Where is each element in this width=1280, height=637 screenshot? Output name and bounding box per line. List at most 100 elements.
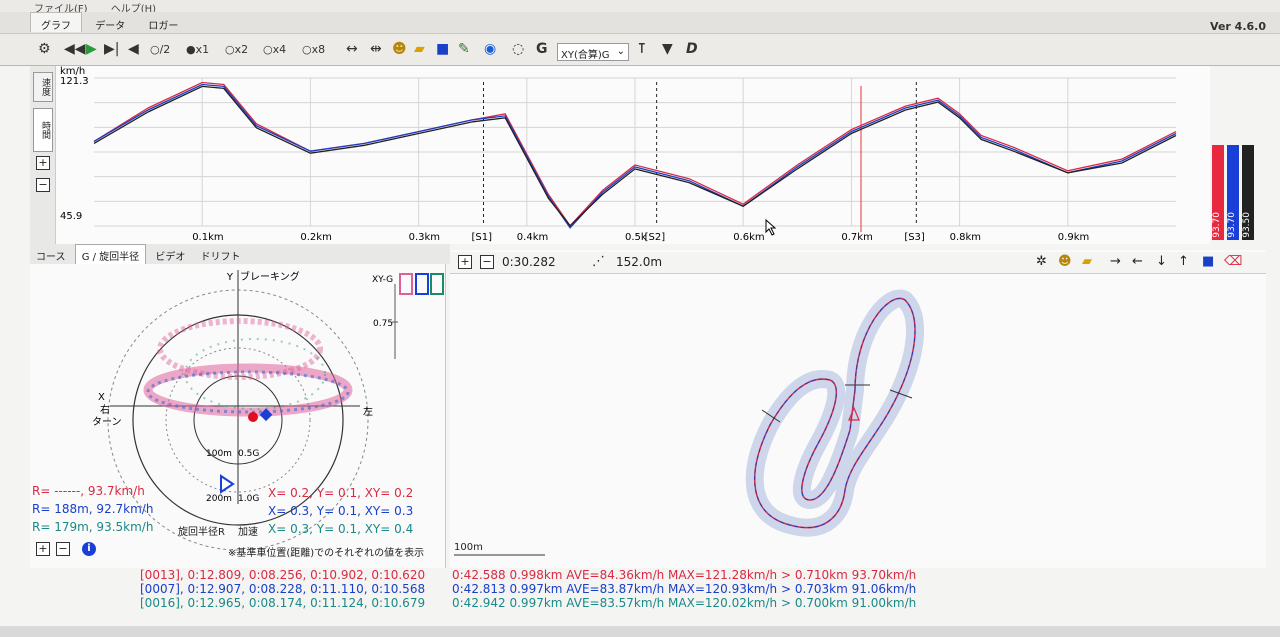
step-back-icon[interactable]: ◀ [128, 41, 139, 57]
cursor-icon[interactable]: ⊺ [638, 41, 646, 57]
map-folder-icon[interactable]: ▰ [1082, 254, 1092, 269]
mode-select[interactable]: XY(合算)G ⌄ [557, 43, 629, 61]
bar-black-label: 93.50 [1242, 212, 1252, 238]
status-bar [0, 626, 1280, 637]
gg-row-xy-2: X= 0.3, Y= 0.1, XY= 0.4 [268, 522, 414, 536]
gg-xyg-label: XY-G [372, 275, 393, 285]
summary-row-0: 0:42.588 0.998km AVE=84.36km/h MAX=121.2… [452, 568, 917, 582]
sparkle-icon[interactable]: ✲ [1036, 254, 1047, 269]
version-label: Ver 4.6.0 [1210, 20, 1266, 33]
gg-row-xy-0: X= 0.2, Y= 0.1, XY= 0.2 [268, 486, 414, 500]
x-tick-label: 0.6km [733, 232, 764, 243]
y-min-label: 45.9 [60, 211, 82, 222]
tab-graph[interactable]: グラフ [30, 12, 82, 32]
tab-video[interactable]: ビデオ [149, 245, 191, 265]
mouse-cursor-icon [765, 218, 777, 236]
gg-x-label: X [98, 392, 105, 403]
eraser-icon[interactable]: ⌫ [1224, 254, 1242, 269]
tab-time[interactable]: 時間 [33, 108, 53, 152]
zoom-in-icon[interactable]: + [36, 156, 50, 170]
tab-data[interactable]: データ [85, 13, 135, 32]
g-point-red [248, 412, 258, 422]
save-icon[interactable]: ■ [436, 41, 449, 57]
sector-lines: [S1] [S2] [S3] [472, 82, 925, 243]
x-tick-labels: 0.1km 0.2km 0.3km 0.4km 0.5k 0.6km 0.7km 0.8km 0… [192, 232, 1089, 243]
graph-side-tabs: 速度 時間 + − [30, 66, 56, 244]
arrow-down-icon[interactable]: ↓ [1156, 254, 1167, 269]
map-toolbar: + − 0:30.282 ⋰ 152.0m ✲ ☻ ▰ → ← ↓ ↑ ■ ⌫ [450, 252, 1266, 274]
speed-x8[interactable]: ○x8 [302, 42, 325, 58]
bar-blue-label: 93.70 [1227, 212, 1237, 238]
lap-summary: 0:42.588 0.998km AVE=84.36km/h MAX=121.2… [452, 568, 916, 610]
folder-icon[interactable]: ▰ [414, 41, 425, 57]
mode-select-value: XY(合算)G [561, 50, 610, 61]
speed-bars: 93.70 93.70 93.50 [1210, 140, 1258, 240]
speed-chart[interactable]: km/h 121.3 45.9 [S1] [S2] [S3] 0.1km 0.2km 0… [56, 66, 1210, 246]
clock-icon[interactable]: ◌ [512, 41, 524, 57]
toolbar: ⚙ ◀◀ ▶ ▶| ◀ ○/2 ●x1 ○x2 ○x4 ○x8 ↔ ⇹ ☻ ▰ … [0, 34, 1280, 66]
map-zoom-out-icon[interactable]: − [480, 255, 494, 269]
chevron-down-icon: ⌄ [616, 46, 625, 57]
chart-grid [94, 77, 1176, 227]
gg-row-r-2: R= 179m, 93.5km/h [32, 520, 154, 534]
tab-speed[interactable]: 速度 [33, 72, 53, 102]
expand-icon[interactable]: ↔ [346, 41, 358, 57]
speed-x4[interactable]: ○x4 [263, 42, 286, 58]
tab-g-radius[interactable]: G / 旋回半径 [74, 244, 147, 264]
map-time: 0:30.282 [502, 255, 556, 269]
tab-drift[interactable]: ドリフト [195, 245, 247, 265]
sector-label: [S2] [645, 232, 666, 243]
gg-r100: 100m [206, 449, 232, 459]
x-tick-label: 0.3km [409, 232, 440, 243]
distance-icon: ⋰ [592, 254, 605, 269]
marker-icon[interactable]: ▼ [662, 41, 673, 57]
user-icon[interactable]: ☻ [392, 41, 407, 57]
x-tick-label: 0.2km [300, 232, 331, 243]
globe-icon[interactable]: ◉ [484, 41, 496, 57]
lap-row-1[interactable]: [0007], 0:12.907, 0:08.228, 0:11.110, 0:… [140, 582, 425, 596]
course-map[interactable] [450, 250, 1266, 568]
tab-course[interactable]: コース [30, 245, 72, 265]
summary-row-2: 0:42.942 0.997km AVE=83.57km/h MAX=120.0… [452, 596, 917, 610]
gg-row-r-1: R= 188m, 92.7km/h [32, 502, 154, 516]
gg-zoom-in-icon[interactable]: + [36, 542, 50, 556]
g-circle-plot[interactable]: Y ブレーキング X 右 ターン 左 XY-G 0.75 100m 0.5G 2… [30, 264, 446, 564]
speed-x1[interactable]: ●x1 [186, 42, 209, 58]
map-zoom-in-icon[interactable]: + [458, 255, 472, 269]
gg-row-r-0: R= ------, 93.7km/h [32, 484, 145, 498]
gg-left-label: 左 [363, 405, 373, 418]
g-button[interactable]: G [536, 41, 548, 57]
course-map-panel: 100m [450, 250, 1266, 568]
step-forward-icon[interactable]: ▶| [104, 41, 119, 57]
tab-logger[interactable]: ロガー [138, 13, 188, 32]
speed-half[interactable]: ○/2 [150, 42, 170, 58]
g-arrow-icon [220, 474, 235, 494]
play-icon[interactable]: ▶ [86, 41, 97, 57]
gg-row-xy-1: X= 0.3, Y= 0.1, XY= 0.3 [268, 504, 414, 518]
rewind-icon[interactable]: ◀◀ [64, 41, 86, 57]
zoom-out-icon[interactable]: − [36, 178, 50, 192]
x-tick-label: 0.9km [1058, 232, 1089, 243]
lap-row-0[interactable]: [0013], 0:12.809, 0:08.256, 0:10.902, 0:… [140, 568, 425, 582]
map-scale: 100m [454, 542, 483, 553]
gg-note: ※基準車位置(距離)でのそれぞれの値を表示 [228, 548, 425, 559]
lap-row-2[interactable]: [0016], 0:12.965, 0:08.174, 0:11.124, 0:… [140, 596, 425, 610]
shrink-icon[interactable]: ⇹ [370, 41, 382, 57]
d-button[interactable]: D [686, 41, 698, 57]
tool-icon[interactable]: ✎ [458, 41, 470, 57]
arrow-right-icon[interactable]: → [1110, 254, 1121, 269]
info-icon[interactable]: i [82, 542, 96, 556]
map-user-icon[interactable]: ☻ [1058, 254, 1072, 269]
arrow-up-icon[interactable]: ↑ [1178, 254, 1189, 269]
speed-x2[interactable]: ○x2 [225, 42, 248, 58]
settings-icon[interactable]: ⚙ [38, 41, 51, 57]
gg-turn-label: ターン [92, 416, 122, 428]
x-tick-label: 0.7km [841, 232, 872, 243]
bar-red-label: 93.70 [1212, 212, 1222, 238]
gg-zoom-out-icon[interactable]: − [56, 542, 70, 556]
gg-braking-label: ブレーキング [240, 270, 300, 283]
gg-radius-label: 旋回半径R [178, 527, 225, 538]
map-distance: 152.0m [616, 255, 663, 269]
map-save-icon[interactable]: ■ [1202, 254, 1214, 269]
arrow-left-icon[interactable]: ← [1132, 254, 1143, 269]
